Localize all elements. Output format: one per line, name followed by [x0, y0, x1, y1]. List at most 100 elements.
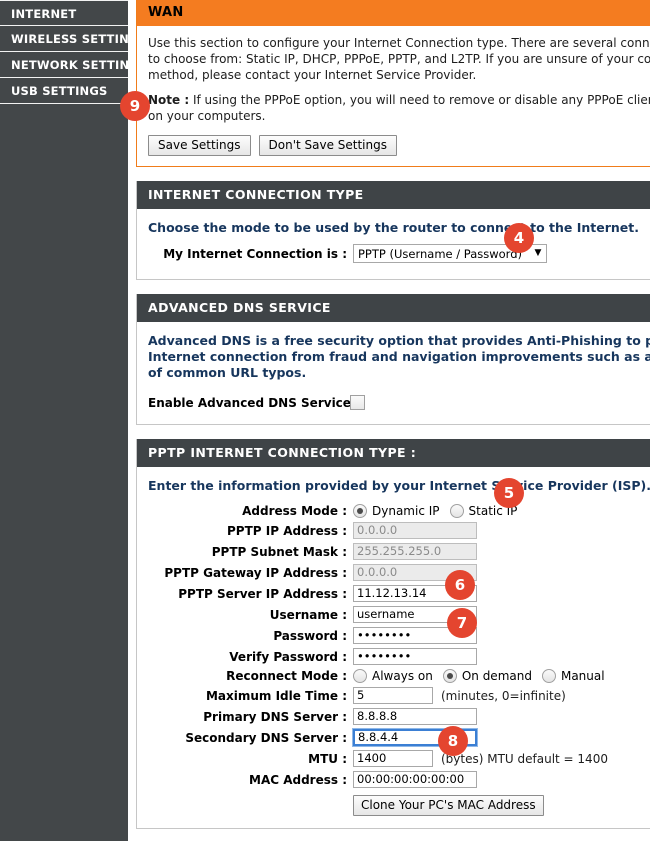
clone-mac-row: Clone Your PC's MAC Address	[148, 795, 650, 816]
maximum-idle-time-hint: (minutes, 0=infinite)	[441, 688, 566, 703]
advanced-dns-panel: ADVANCED DNS SERVICE Advanced DNS is a f…	[136, 294, 650, 425]
step-badge-8: 8	[438, 726, 468, 756]
sidebar-nav: INTERNET WIRELESS SETTINGS NETWORK SETTI…	[0, 0, 147, 841]
internet-connection-type-body: Choose the mode to be used by the router…	[137, 209, 650, 279]
sidebar-item-network-settings[interactable]: NETWORK SETTINGS	[0, 52, 147, 78]
verify-password-control	[353, 648, 477, 665]
radio-selected-icon[interactable]	[353, 504, 367, 518]
wan-button-row: Save Settings Don't Save Settings	[148, 135, 650, 156]
mtu-label: MTU :	[308, 751, 347, 766]
reconnect-mode-control: Always on On demand Manual	[353, 669, 605, 683]
reconnect-mode-option-always-on[interactable]: Always on	[353, 669, 433, 683]
advanced-dns-lead: Advanced DNS is a free security option t…	[148, 333, 650, 381]
mac-address-label: MAC Address :	[249, 772, 347, 787]
wan-note-line-1: Note : If using the PPPoE option, you wi…	[148, 92, 650, 108]
address-mode-radio-group: Dynamic IP Static IP	[353, 504, 517, 518]
reconnect-mode-option-label: Always on	[372, 669, 433, 683]
address-mode-option-label: Dynamic IP	[372, 504, 440, 518]
sidebar-item-label: INTERNET	[11, 7, 77, 21]
my-internet-connection-label: My Internet Connection is :	[163, 246, 347, 261]
clone-mac-address-button[interactable]: Clone Your PC's MAC Address	[353, 795, 544, 816]
radio-selected-icon[interactable]	[442, 669, 457, 683]
maximum-idle-time-input[interactable]	[353, 687, 433, 704]
pptp-ip-address-control	[353, 522, 477, 539]
pptp-connection-panel: PPTP INTERNET CONNECTION TYPE : Enter th…	[136, 439, 650, 829]
verify-password-label: Verify Password :	[229, 649, 347, 664]
reconnect-mode-radio-group: Always on On demand Manual	[353, 669, 605, 683]
reconnect-mode-option-label: On demand	[461, 669, 532, 683]
primary-dns-server-control	[353, 708, 477, 725]
pptp-server-ip-label: PPTP Server IP Address :	[178, 586, 347, 601]
dont-save-settings-button[interactable]: Don't Save Settings	[258, 135, 397, 156]
wan-intro-text: Use this section to configure your Inter…	[148, 35, 650, 83]
mtu-row: MTU : (bytes) MTU default = 1400	[148, 750, 650, 767]
mac-address-input[interactable]	[353, 771, 477, 788]
sidebar-item-internet[interactable]: INTERNET	[0, 0, 128, 26]
enable-advanced-dns-checkbox[interactable]	[350, 395, 365, 410]
username-label: Username :	[269, 607, 347, 622]
pptp-connection-title: PPTP INTERNET CONNECTION TYPE :	[137, 439, 650, 467]
pptp-gateway-ip-label: PPTP Gateway IP Address :	[164, 565, 347, 580]
save-settings-button[interactable]: Save Settings	[148, 135, 251, 156]
address-mode-option-dynamic-ip[interactable]: Dynamic IP	[353, 504, 440, 518]
internet-connection-type-title: INTERNET CONNECTION TYPE	[137, 181, 650, 209]
maximum-idle-time-label: Maximum Idle Time :	[205, 688, 347, 703]
pptp-subnet-mask-input[interactable]	[353, 543, 477, 560]
content-column: WAN Use this section to configure your I…	[136, 0, 650, 843]
pptp-connection-body: Enter the information provided by your I…	[137, 467, 650, 828]
wan-panel-body: Use this section to configure your Inter…	[137, 26, 650, 166]
pptp-gateway-ip-row: PPTP Gateway IP Address :	[148, 564, 650, 581]
secondary-dns-server-row: Secondary DNS Server :	[148, 728, 650, 747]
internet-connection-type-form: My Internet Connection is : PPTP (Userna…	[148, 244, 650, 263]
advanced-dns-lead-line-1: Advanced DNS is a free security option t…	[148, 333, 650, 348]
sidebar-item-label: NETWORK SETTINGS	[11, 58, 148, 72]
verify-password-input[interactable]	[353, 648, 477, 665]
wan-intro-line-2: to choose from: Static IP, DHCP, PPPoE, …	[148, 52, 650, 66]
reconnect-mode-label: Reconnect Mode :	[226, 669, 347, 683]
reconnect-mode-option-on-demand[interactable]: On demand	[442, 669, 532, 683]
username-row: Username :	[148, 606, 650, 623]
enable-advanced-dns-row: Enable Advanced DNS Service :	[148, 395, 650, 410]
wan-note-label: Note :	[148, 93, 190, 107]
chevron-down-icon: ▼	[534, 248, 542, 258]
connection-type-selected-value: PPTP (Username / Password)	[358, 246, 522, 261]
sidebar-item-label: WIRELESS SETTINGS	[11, 32, 148, 46]
wan-intro-line-3: method, please contact your Internet Ser…	[148, 68, 477, 82]
mac-address-control	[353, 771, 477, 788]
wan-panel: WAN Use this section to configure your I…	[136, 0, 650, 167]
verify-password-row: Verify Password :	[148, 648, 650, 665]
advanced-dns-lead-line-3: of common URL typos.	[148, 365, 307, 380]
wan-note-line-2: on your computers.	[148, 109, 266, 123]
advanced-dns-form: Enable Advanced DNS Service :	[148, 395, 650, 410]
step-badge-6: 6	[445, 570, 475, 600]
sidebar-item-wireless-settings[interactable]: WIRELESS SETTINGS	[0, 26, 147, 52]
maximum-idle-time-row: Maximum Idle Time : (minutes, 0=infinite…	[148, 687, 650, 704]
pptp-ip-address-row: PPTP IP Address :	[148, 522, 650, 539]
password-label: Password :	[273, 628, 347, 643]
sidebar-item-usb-settings[interactable]: USB SETTINGS	[0, 78, 128, 104]
reconnect-mode-option-manual[interactable]: Manual	[541, 669, 605, 683]
pptp-subnet-mask-label: PPTP Subnet Mask :	[211, 544, 347, 559]
advanced-dns-body: Advanced DNS is a free security option t…	[137, 322, 650, 424]
primary-dns-server-label: Primary DNS Server :	[203, 709, 347, 724]
pptp-ip-address-label: PPTP IP Address :	[227, 523, 347, 538]
my-internet-connection-row: My Internet Connection is : PPTP (Userna…	[148, 244, 650, 263]
internet-connection-type-panel: INTERNET CONNECTION TYPE Choose the mode…	[136, 181, 650, 280]
pptp-server-ip-row: PPTP Server IP Address :	[148, 585, 650, 602]
address-mode-control: Dynamic IP Static IP	[353, 504, 517, 518]
radio-unselected-icon[interactable]	[353, 669, 367, 683]
primary-dns-server-row: Primary DNS Server :	[148, 708, 650, 725]
mtu-input[interactable]	[353, 750, 433, 767]
step-badge-5: 5	[494, 478, 524, 508]
pptp-subnet-mask-row: PPTP Subnet Mask :	[148, 543, 650, 560]
mtu-control: (bytes) MTU default = 1400	[353, 750, 608, 767]
radio-unselected-icon[interactable]	[449, 504, 464, 518]
wan-panel-title: WAN	[137, 0, 650, 26]
reconnect-mode-option-label: Manual	[560, 669, 605, 683]
wan-note-body: If using the PPPoE option, you will need…	[192, 93, 650, 107]
radio-unselected-icon[interactable]	[541, 669, 556, 683]
pptp-ip-address-input[interactable]	[353, 522, 477, 539]
primary-dns-server-input[interactable]	[353, 708, 477, 725]
secondary-dns-server-label: Secondary DNS Server :	[185, 730, 347, 745]
enable-advanced-dns-control	[346, 395, 365, 410]
